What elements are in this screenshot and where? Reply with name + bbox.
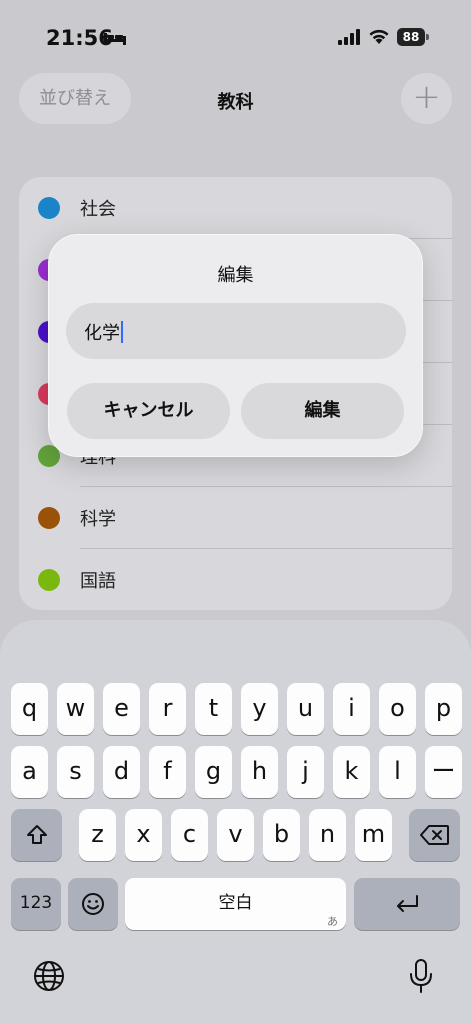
- return-key[interactable]: [354, 878, 460, 930]
- emoji-icon: [82, 893, 104, 915]
- delete-icon: [419, 825, 449, 845]
- key-r[interactable]: r: [149, 683, 186, 735]
- key-d[interactable]: d: [103, 746, 140, 798]
- key-w[interactable]: w: [57, 683, 94, 735]
- delete-key[interactable]: [409, 809, 460, 861]
- wifi-icon: [369, 29, 389, 44]
- list-item-label: 国語: [80, 571, 116, 592]
- key-t[interactable]: t: [195, 683, 232, 735]
- edit-dialog: 編集 化学 キャンセル 編集: [48, 234, 423, 457]
- shift-icon: [26, 825, 47, 844]
- numbers-key[interactable]: 123: [11, 878, 61, 930]
- key-s[interactable]: s: [57, 746, 94, 798]
- dialog-title: 編集: [217, 265, 254, 286]
- key-k[interactable]: k: [333, 746, 370, 798]
- key-b[interactable]: b: [263, 809, 300, 861]
- text-cursor: [121, 321, 123, 343]
- list-item[interactable]: 国語: [19, 549, 452, 611]
- list-item[interactable]: 社会: [19, 177, 452, 239]
- key-l[interactable]: l: [379, 746, 416, 798]
- cellular-signal-icon: [338, 29, 360, 45]
- key-a[interactable]: a: [11, 746, 48, 798]
- microphone-icon[interactable]: [408, 958, 434, 994]
- key-n[interactable]: n: [309, 809, 346, 861]
- kana-hint: あ: [327, 915, 338, 928]
- keyboard: q w e r t y u i o p a s d f g h j k l ー …: [0, 620, 471, 1024]
- return-icon: [397, 895, 418, 912]
- space-key[interactable]: 空白 あ: [125, 878, 346, 930]
- status-time: 21:56: [46, 26, 113, 50]
- key-x[interactable]: x: [125, 809, 162, 861]
- key-m[interactable]: m: [355, 809, 392, 861]
- key-long-vowel[interactable]: ー: [425, 746, 462, 798]
- key-u[interactable]: u: [287, 683, 324, 735]
- key-y[interactable]: y: [241, 683, 278, 735]
- key-i[interactable]: i: [333, 683, 370, 735]
- key-j[interactable]: j: [287, 746, 324, 798]
- list-item-label: 科学: [80, 509, 116, 530]
- edit-confirm-button[interactable]: 編集: [241, 383, 404, 439]
- shift-key[interactable]: [11, 809, 62, 861]
- sleep-focus-icon: [104, 33, 126, 45]
- key-o[interactable]: o: [379, 683, 416, 735]
- key-e[interactable]: e: [103, 683, 140, 735]
- battery-indicator: 88: [397, 28, 425, 46]
- status-bar: 21:56 88: [0, 0, 471, 70]
- subject-name-input[interactable]: 化学: [66, 303, 406, 359]
- battery-tip: [426, 34, 429, 40]
- key-p[interactable]: p: [425, 683, 462, 735]
- color-dot: [38, 569, 60, 591]
- cancel-button[interactable]: キャンセル: [67, 383, 230, 439]
- list-item-label: 社会: [80, 199, 116, 220]
- list-item[interactable]: 科学: [19, 487, 452, 549]
- space-label: 空白: [218, 893, 253, 913]
- key-h[interactable]: h: [241, 746, 278, 798]
- key-q[interactable]: q: [11, 683, 48, 735]
- key-f[interactable]: f: [149, 746, 186, 798]
- key-z[interactable]: z: [79, 809, 116, 861]
- key-v[interactable]: v: [217, 809, 254, 861]
- key-g[interactable]: g: [195, 746, 232, 798]
- emoji-key[interactable]: [68, 878, 118, 930]
- add-button[interactable]: +: [401, 73, 452, 124]
- color-dot: [38, 197, 60, 219]
- color-dot: [38, 507, 60, 529]
- key-c[interactable]: c: [171, 809, 208, 861]
- input-value: 化学: [84, 323, 120, 344]
- globe-icon[interactable]: [33, 960, 65, 992]
